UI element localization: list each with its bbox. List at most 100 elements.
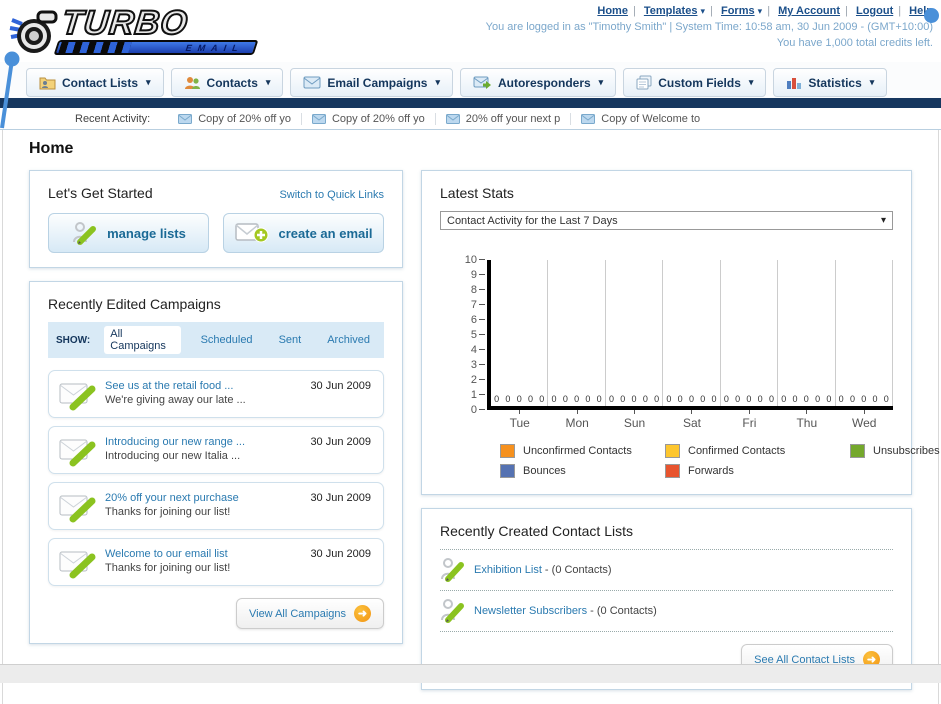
nav-tab-custom-fields[interactable]: Custom Fields ▾ [623, 68, 767, 97]
bar-value-label: 0 [872, 394, 878, 404]
nav-tab-autoresponders[interactable]: Autoresponders ▾ [459, 68, 617, 97]
logo-title: TURBO [59, 3, 191, 43]
create-email-label: create an email [278, 225, 373, 241]
contact-list-row: Exhibition List - (0 Contacts) [440, 550, 893, 591]
legend-label: Unconfirmed Contacts [523, 445, 632, 457]
person-pencil-icon [73, 222, 97, 245]
view-all-campaigns-button[interactable]: View All Campaigns ➜ [235, 598, 384, 629]
logo-subtitle-bar: EMAIL [53, 40, 259, 55]
contact-list: Exhibition List - (0 Contacts) Newslette… [440, 549, 893, 632]
stats-dropdown[interactable]: Contact Activity for the Last 7 Days ▾ [440, 211, 893, 230]
bar-group: 00000 [778, 260, 836, 406]
nav-tab-label: Email Campaigns [327, 75, 428, 90]
bar-value-label: 0 [539, 394, 545, 404]
manage-lists-button[interactable]: manage lists [48, 213, 209, 253]
top-link-home[interactable]: Home [597, 5, 628, 17]
tab-archived[interactable]: Archived [321, 332, 376, 348]
latest-stats-panel: Latest Stats Contact Activity for the La… [421, 170, 940, 495]
campaign-row: 20% off your next purchase Thanks for jo… [48, 482, 384, 530]
top-link-templates[interactable]: Templates [644, 5, 698, 17]
campaign-list: See us at the retail food ... We're givi… [48, 370, 384, 586]
contact-activity-chart: 10 9 8 7 6 5 4 3 2 1 0 000000000000000000000000000… [440, 254, 940, 478]
tab-scheduled[interactable]: Scheduled [195, 332, 259, 348]
bar-value-label: 0 [803, 394, 809, 404]
envelope-icon [445, 113, 460, 124]
campaign-subtitle: Thanks for joining our list! [105, 506, 231, 518]
bar-value-label: 0 [574, 394, 580, 404]
campaign-subtitle: Thanks for joining our list! [105, 562, 231, 574]
x-axis-label: Mon [548, 410, 605, 430]
legend-item: Unconfirmed Contacts [500, 444, 665, 458]
caret-down-icon: ▾ [748, 77, 754, 87]
envelope-pencil-icon [59, 551, 96, 579]
envelope-icon [311, 113, 326, 124]
bar-value-label: 0 [781, 394, 787, 404]
bar-group: 00000 [836, 260, 893, 406]
bar-value-label: 0 [792, 394, 798, 404]
campaign-row: See us at the retail food ... We're givi… [48, 370, 384, 418]
bar-group: 00000 [491, 260, 549, 406]
recent-activity-item[interactable]: Copy of 20% off yo [300, 112, 435, 125]
bar-group: 00000 [548, 260, 606, 406]
tab-sent[interactable]: Sent [273, 332, 308, 348]
x-axis-label: Sat [663, 410, 720, 430]
create-email-button[interactable]: create an email [223, 213, 384, 253]
recent-activity-item[interactable]: Copy of Welcome to [570, 112, 710, 125]
get-started-heading: Let's Get Started [48, 185, 153, 201]
bar-value-label: 0 [838, 394, 844, 404]
nav-tab-statistics[interactable]: Statistics ▾ [773, 68, 888, 97]
nav-tab-contact-lists[interactable]: Contact Lists ▾ [26, 68, 164, 97]
separator: | [710, 5, 713, 17]
bar-value-label: 0 [620, 394, 626, 404]
contact-list-link[interactable]: Exhibition List [474, 564, 542, 576]
stats-dropdown-value: Contact Activity for the Last 7 Days [447, 214, 618, 227]
top-link-logout[interactable]: Logout [856, 5, 893, 17]
tab-all-campaigns[interactable]: All Campaigns [104, 326, 181, 354]
contact-list-row: Newsletter Subscribers - (0 Contacts) [440, 591, 893, 632]
bar-value-label: 0 [494, 394, 500, 404]
nav-tab-contacts[interactable]: Contacts ▾ [170, 68, 284, 97]
switch-quick-links[interactable]: Switch to Quick Links [279, 189, 384, 201]
bar-value-label: 0 [654, 394, 660, 404]
recent-activity-item[interactable]: 20% off your next p [434, 112, 571, 125]
bar-value-label: 0 [861, 394, 867, 404]
page-title: Home [29, 140, 74, 157]
bar-value-label: 0 [666, 394, 672, 404]
people-icon [184, 77, 200, 89]
bar-group: 00000 [721, 260, 779, 406]
nav-tab-email-campaigns[interactable]: Email Campaigns ▾ [290, 68, 453, 97]
bar-value-label: 0 [527, 394, 533, 404]
bar-value-label: 0 [711, 394, 717, 404]
bar-value-label: 0 [815, 394, 821, 404]
bar-value-label: 0 [768, 394, 774, 404]
bar-value-label: 0 [746, 394, 752, 404]
bar-value-label: 0 [757, 394, 763, 404]
folder-contact-icon [39, 77, 56, 90]
nav-tab-label: Autoresponders [497, 75, 591, 90]
recent-activity-text: Copy of Welcome to [601, 112, 701, 125]
legend-label: Forwards [688, 465, 734, 477]
envelope-icon [178, 113, 193, 124]
recent-activity-text: Copy of 20% off yo [331, 112, 425, 125]
contact-list-link[interactable]: Newsletter Subscribers [474, 605, 587, 617]
top-link-forms[interactable]: Forms [721, 5, 755, 17]
legend-item: Confirmed Contacts [665, 444, 850, 458]
recent-activity-item[interactable]: Copy of 20% off yo [168, 113, 301, 125]
person-pencil-icon [441, 558, 464, 582]
legend-swatch [665, 444, 680, 458]
campaigns-heading: Recently Edited Campaigns [48, 296, 221, 312]
contact-list-count: - (0 Contacts) [587, 605, 657, 617]
content: Home Let's Get Started Switch to Quick L… [2, 130, 940, 704]
caret-down-icon: ▾ [146, 77, 151, 87]
nav-tab-label: Contact Lists [62, 75, 139, 90]
bar-value-label: 0 [585, 394, 591, 404]
bar-value-label: 0 [849, 394, 855, 404]
legend-label: Bounces [523, 465, 566, 477]
legend-swatch [500, 464, 515, 478]
separator: | [767, 5, 771, 17]
caret-down-icon: ▾ [435, 77, 440, 87]
navy-divider-bar [0, 98, 941, 108]
recent-activity-label: Recent Activity: [75, 112, 151, 125]
nav-tab-label: Contacts [206, 75, 258, 90]
top-link-my-account[interactable]: My Account [778, 5, 840, 17]
